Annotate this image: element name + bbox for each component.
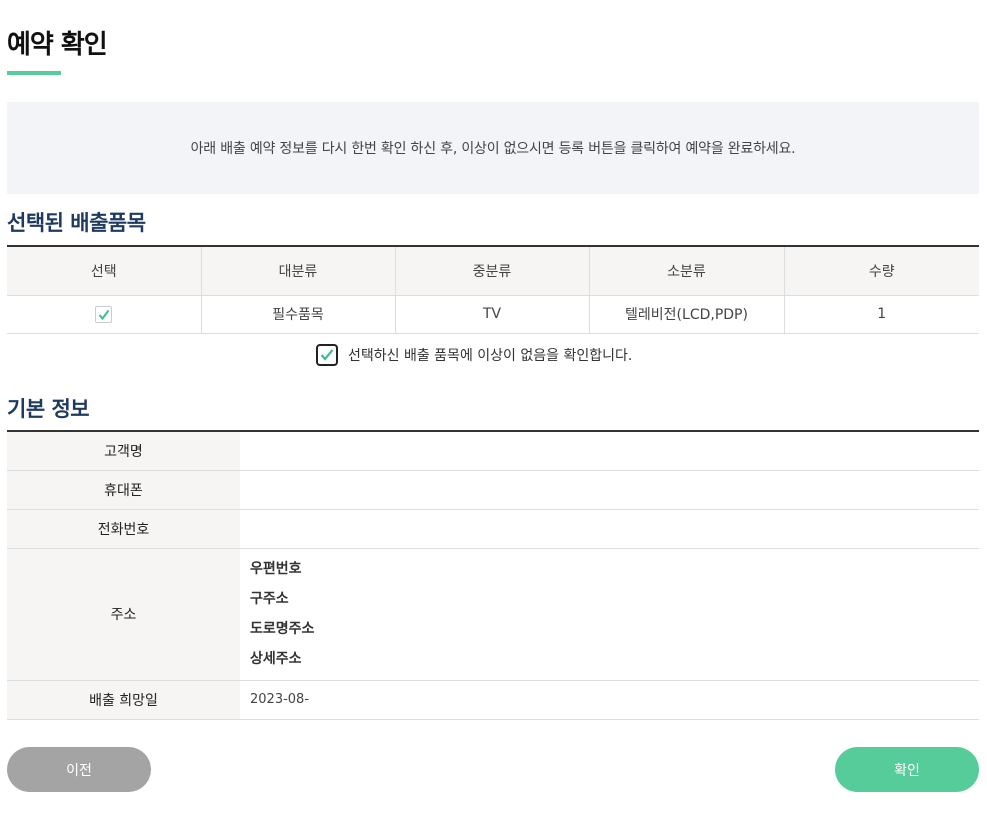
notice-text: 아래 배출 예약 정보를 다시 한번 확인 하신 후, 이상이 없으시면 등록 … <box>190 141 796 157</box>
old-address-label: 구주소 <box>250 590 289 607</box>
address-value: 우편번호 구주소 도로명주소 상세주소 <box>240 548 979 681</box>
mobile-row: 휴대폰 <box>7 470 979 510</box>
header-middle: 중분류 <box>395 246 590 296</box>
confirm-checkbox[interactable] <box>316 344 338 366</box>
phone-value <box>240 509 979 549</box>
row-qty: 1 <box>784 295 979 334</box>
row-minor: 텔레비전(LCD,PDP) <box>589 295 785 334</box>
confirm-label: 선택하신 배출 품목에 이상이 없음을 확인합니다. <box>348 348 633 364</box>
header-select: 선택 <box>7 246 202 296</box>
date-label: 배출 희망일 <box>7 680 240 720</box>
table-row: 필수품목 TV 텔레비전(LCD,PDP) 1 <box>7 295 979 334</box>
prev-button[interactable]: 이전 <box>7 747 151 792</box>
row-middle: TV <box>395 295 590 334</box>
items-table-header: 선택 대분류 중분류 소분류 수량 <box>7 246 979 296</box>
customer-label: 고객명 <box>7 431 240 471</box>
basic-section-title: 기본 정보 <box>7 397 90 421</box>
customer-value <box>240 431 979 471</box>
header-minor: 소분류 <box>589 246 785 296</box>
road-address-label: 도로명주소 <box>250 620 315 637</box>
address-label: 주소 <box>7 548 240 681</box>
row-select-cell <box>7 295 202 334</box>
phone-row: 전화번호 <box>7 509 979 549</box>
check-icon <box>320 349 334 361</box>
items-section-title: 선택된 배출품목 <box>7 211 146 235</box>
confirm-row: 선택하신 배출 품목에 이상이 없음을 확인합니다. <box>316 344 632 366</box>
date-value: 2023-08- <box>240 680 979 720</box>
detail-address-label: 상세주소 <box>250 650 302 667</box>
header-qty: 수량 <box>784 246 979 296</box>
postal-code-label: 우편번호 <box>250 560 302 577</box>
confirm-button[interactable]: 확인 <box>835 747 979 792</box>
notice-box: 아래 배출 예약 정보를 다시 한번 확인 하신 후, 이상이 없으시면 등록 … <box>7 102 979 194</box>
basic-info-table: 고객명 휴대폰 전화번호 주소 우편번호 구주소 도로명주소 상세주소 배출 희… <box>7 430 979 720</box>
mobile-label: 휴대폰 <box>7 470 240 510</box>
row-major: 필수품목 <box>201 295 396 334</box>
mobile-value <box>240 470 979 510</box>
address-row: 주소 우편번호 구주소 도로명주소 상세주소 <box>7 548 979 681</box>
page-title: 예약 확인 <box>7 30 108 60</box>
items-table: 선택 대분류 중분류 소분류 수량 필수품목 TV 텔레비전(LCD,PDP) … <box>7 245 979 334</box>
phone-label: 전화번호 <box>7 509 240 549</box>
title-underline <box>7 71 61 75</box>
header-major: 대분류 <box>201 246 396 296</box>
date-row: 배출 희망일 2023-08- <box>7 680 979 720</box>
check-icon <box>98 309 110 320</box>
customer-row: 고객명 <box>7 431 979 471</box>
row-checkbox[interactable] <box>95 305 113 323</box>
